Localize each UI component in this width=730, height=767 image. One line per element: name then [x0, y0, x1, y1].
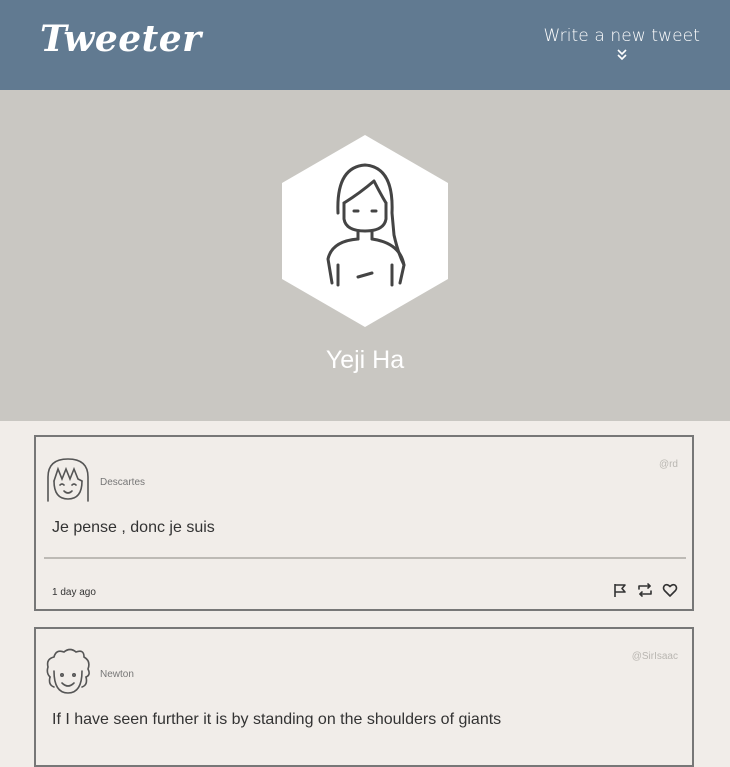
retweet-icon[interactable]: [637, 582, 653, 598]
tweet-divider: [44, 557, 686, 559]
tweet-author-handle: @SirIsaac: [631, 651, 678, 662]
chevron-double-down-icon[interactable]: [616, 48, 628, 62]
navbar: Tweeter Write a new tweet: [0, 0, 730, 90]
tweet-author-name: Newton: [100, 669, 134, 680]
tweet-author-handle: @rd: [658, 459, 678, 470]
logo[interactable]: Tweeter: [40, 18, 202, 60]
newton-avatar-icon: [46, 648, 90, 694]
descartes-avatar-icon: [47, 458, 89, 502]
profile-banner: Yeji Ha: [0, 90, 730, 421]
compose-tweet-button[interactable]: Write a new tweet: [543, 26, 700, 62]
tweet-content: If I have seen further it is by standing…: [52, 711, 502, 728]
tweet-content: Je pense , donc je suis: [52, 519, 215, 536]
tweet-actions: [608, 579, 678, 599]
tweet-card: Newton @SirIsaac If I have seen further …: [34, 627, 694, 767]
compose-tweet-label[interactable]: Write a new tweet: [543, 26, 700, 46]
tweet-card: Descartes @rd Je pense , donc je suis 1 …: [34, 435, 694, 611]
heart-icon[interactable]: [662, 582, 678, 598]
girl-avatar-icon: [282, 135, 448, 327]
flag-icon[interactable]: [612, 582, 628, 598]
profile-name: Yeji Ha: [325, 346, 405, 374]
tweet-timestamp: 1 day ago: [52, 587, 96, 598]
tweet-author-name: Descartes: [100, 477, 146, 488]
